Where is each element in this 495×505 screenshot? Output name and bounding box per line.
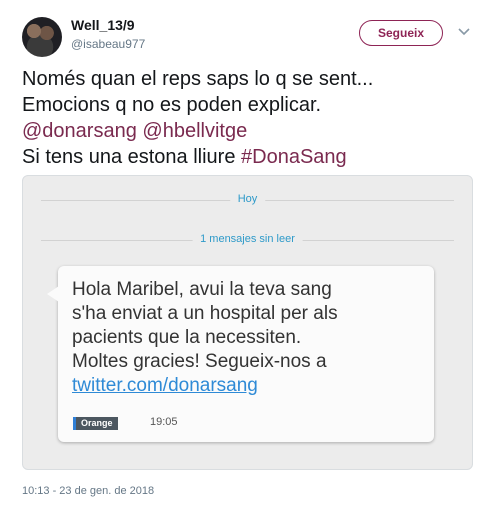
display-name[interactable]: Well_13/9 bbox=[71, 17, 135, 33]
user-handle[interactable]: @isabeau977 bbox=[71, 37, 145, 51]
tweet-line: Només quan el reps saps lo q se sent... bbox=[22, 68, 374, 90]
sms-line: pacients que la necessiten. bbox=[72, 327, 302, 348]
bubble-tail bbox=[47, 286, 59, 302]
sms-time: 19:05 bbox=[150, 416, 178, 428]
tweet-line: Emocions q no es poden explicar. bbox=[22, 94, 322, 116]
avatar[interactable] bbox=[22, 17, 62, 57]
tweet-line-text: Si tens una estona lliure bbox=[22, 146, 236, 168]
sms-line: Moltes gracies! Segueix-nos a bbox=[72, 351, 327, 372]
tweet-text: Només quan el reps saps lo q se sent... … bbox=[22, 66, 482, 170]
follow-button[interactable]: Segueix bbox=[359, 20, 443, 46]
sms-bubble: Hola Maribel, avui la teva sang s'ha env… bbox=[47, 266, 434, 442]
tweet-line-hashtag: Si tens una estona lliure #DonaSang bbox=[22, 144, 482, 170]
sms-line: s'ha enviat a un hospital per als bbox=[72, 303, 338, 324]
mention-link-donarsang[interactable]: @donarsang bbox=[22, 120, 137, 142]
hashtag-link[interactable]: #DonaSang bbox=[241, 146, 347, 168]
carrier-badge: Orange bbox=[73, 417, 118, 430]
tweet-timestamp[interactable]: 10:13 - 23 de gen. de 2018 bbox=[22, 485, 154, 497]
date-separator: Hoy bbox=[229, 193, 266, 205]
chevron-down-icon[interactable] bbox=[458, 27, 470, 37]
unread-separator: 1 mensajes sin leer bbox=[192, 233, 303, 245]
sms-line: Hola Maribel, avui la teva sang bbox=[72, 279, 332, 300]
mention-link-hbellvitge[interactable]: @hbellvitge bbox=[142, 120, 247, 142]
tweet-line-mentions: @donarsang @hbellvitge bbox=[22, 118, 482, 144]
attached-photo[interactable]: Hoy 1 mensajes sin leer Hola Maribel, av… bbox=[22, 175, 473, 470]
sms-message: Hola Maribel, avui la teva sang s'ha env… bbox=[72, 278, 424, 398]
sms-link: twitter.com/donarsang bbox=[72, 375, 258, 396]
